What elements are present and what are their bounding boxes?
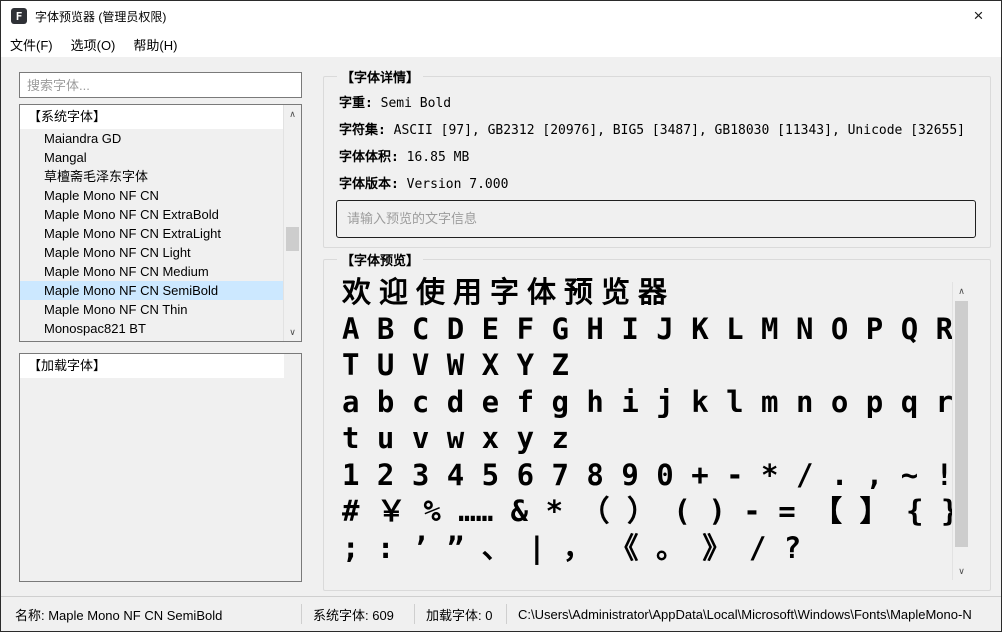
list-item[interactable]: Maple Mono NF CN Medium: [20, 262, 284, 281]
font-size-label: 字体体积:: [339, 150, 399, 165]
app-icon: F: [11, 8, 27, 24]
charset-value: ASCII [97], GB2312 [20976], BIG5 [3487],…: [386, 123, 965, 138]
preview-text-input[interactable]: [336, 200, 976, 238]
font-preview-group: 【字体预览】 欢迎使用字体预览器A B C D E F G H I J K L …: [323, 259, 991, 591]
status-system-count: 系统字体: 609: [313, 597, 394, 631]
scroll-down-icon[interactable]: ∨: [953, 563, 970, 579]
preview-line: 欢迎使用字体预览器: [342, 274, 954, 311]
preview-line: 1 2 3 4 5 6 7 8 9 0 + - * / . , ~ ! @: [342, 457, 954, 494]
font-version-value: Version 7.000: [399, 177, 509, 192]
window-title: 字体预览器 (管理员权限): [35, 8, 166, 25]
list-item[interactable]: Mangal: [20, 148, 284, 167]
list-item[interactable]: Monospac821 BT: [20, 319, 284, 338]
list-item[interactable]: Maple Mono NF CN ExtraBold: [20, 205, 284, 224]
system-list-scrollbar[interactable]: ∧ ∨: [283, 105, 301, 341]
system-font-list: 【系统字体】 Maiandra GDMangal草檀斋毛泽东字体Maple Mo…: [19, 104, 302, 342]
font-size-value: 16.85 MB: [399, 150, 469, 165]
close-button[interactable]: ×: [956, 1, 1001, 31]
preview-line: t u v w x y z: [342, 420, 954, 457]
list-item[interactable]: Maple Mono NF CN SemiBold: [20, 281, 284, 300]
menu-bar: 文件(F) 选项(O) 帮助(H): [1, 31, 1001, 58]
preview-line: A B C D E F G H I J K L M N O P Q R S: [342, 311, 954, 348]
status-divider: [414, 604, 415, 624]
scroll-down-icon[interactable]: ∨: [284, 324, 301, 340]
preview-line: T U V W X Y Z: [342, 347, 954, 384]
font-weight-value: Semi Bold: [373, 96, 451, 111]
scroll-up-icon[interactable]: ∧: [953, 283, 970, 299]
status-divider: [301, 604, 302, 624]
title-bar: F 字体预览器 (管理员权限) ×: [1, 1, 1001, 31]
status-bar: 名称: Maple Mono NF CN SemiBold 系统字体: 609 …: [1, 596, 1001, 631]
loaded-font-list-header: 【加载字体】: [20, 354, 284, 378]
status-divider: [506, 604, 507, 624]
status-loaded-count: 加载字体: 0: [426, 597, 492, 631]
preview-line: ; : ’ ” 、 | ， 《 。 》 / ?: [342, 530, 954, 567]
charset-row: 字符集: ASCII [97], GB2312 [20976], BIG5 [3…: [339, 119, 965, 138]
menu-file[interactable]: 文件(F): [1, 31, 62, 57]
list-item[interactable]: Maiandra GD: [20, 129, 284, 148]
list-item[interactable]: Maple Mono NF CN Thin: [20, 300, 284, 319]
preview-scrollbar[interactable]: ∧ ∨: [952, 282, 970, 580]
font-preview-title: 【字体预览】: [337, 250, 423, 269]
font-size-row: 字体体积: 16.85 MB: [339, 146, 469, 165]
preview-content: 欢迎使用字体预览器A B C D E F G H I J K L M N O P…: [342, 274, 954, 580]
menu-help[interactable]: 帮助(H): [124, 31, 186, 57]
font-details-title: 【字体详情】: [337, 67, 423, 86]
charset-label: 字符集:: [339, 123, 386, 138]
scroll-up-icon[interactable]: ∧: [284, 106, 301, 122]
scroll-thumb[interactable]: [286, 227, 299, 251]
system-font-list-items: Maiandra GDMangal草檀斋毛泽东字体Maple Mono NF C…: [20, 129, 301, 338]
menu-options[interactable]: 选项(O): [62, 31, 125, 57]
list-item[interactable]: Maple Mono NF CN ExtraLight: [20, 224, 284, 243]
scroll-thumb[interactable]: [955, 301, 968, 547]
loaded-font-list: 【加载字体】: [19, 353, 302, 582]
status-font-path: C:\Users\Administrator\AppData\Local\Mic…: [518, 597, 1001, 631]
list-item[interactable]: Maple Mono NF CN Light: [20, 243, 284, 262]
font-version-label: 字体版本:: [339, 177, 399, 192]
font-weight-row: 字重: Semi Bold: [339, 92, 451, 111]
font-weight-label: 字重:: [339, 96, 373, 111]
app-window: F 字体预览器 (管理员权限) × 文件(F) 选项(O) 帮助(H) 【系统字…: [0, 0, 1002, 632]
system-font-list-header: 【系统字体】: [20, 105, 284, 129]
list-item[interactable]: Maple Mono NF CN: [20, 186, 284, 205]
list-item[interactable]: 草檀斋毛泽东字体: [20, 167, 284, 186]
status-font-name: 名称: Maple Mono NF CN SemiBold: [15, 597, 222, 631]
font-details-group: 【字体详情】 字重: Semi Bold 字符集: ASCII [97], GB…: [323, 76, 991, 248]
font-version-row: 字体版本: Version 7.000: [339, 173, 508, 192]
preview-line: a b c d e f g h i j k l m n o p q r s: [342, 384, 954, 421]
preview-line: # ￥ % …… & * （ ） ( ) - = 【 】 { }: [342, 493, 954, 530]
search-input[interactable]: [19, 72, 302, 98]
